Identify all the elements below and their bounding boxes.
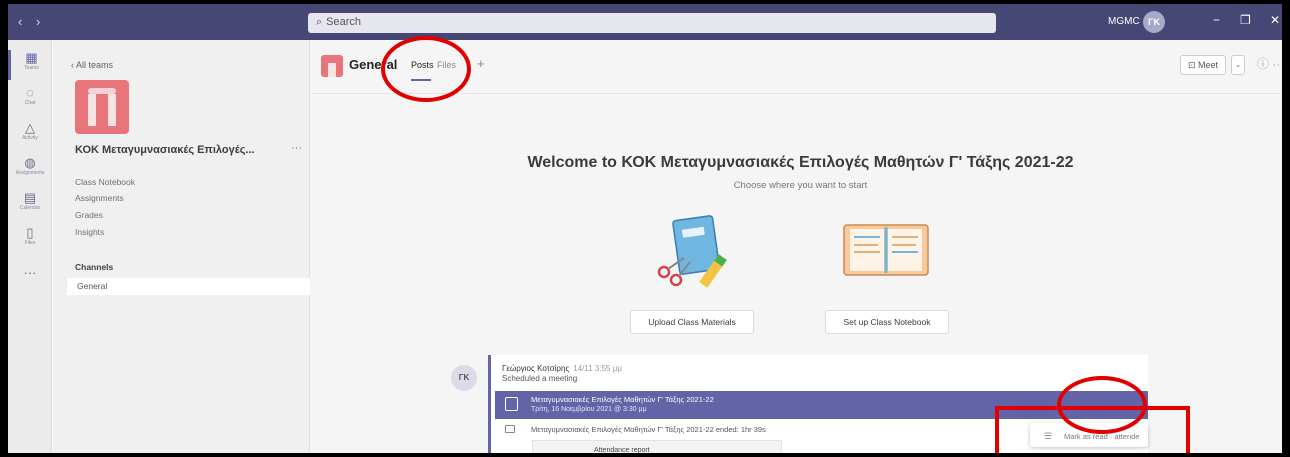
team-icon [321,55,343,77]
search-icon: ⌕ [316,16,323,28]
class-materials-illustration [657,215,727,288]
chevron-down-icon[interactable]: ⌄ [1231,55,1245,75]
team-avatar [75,80,129,134]
rail-item-teams[interactable]: ▦ Teams [8,50,52,80]
calendar-icon [505,397,518,411]
channels-header: Channels [75,262,114,272]
frame-border [0,453,1290,457]
sidebar-item-class-notebook[interactable]: Class Notebook [75,177,135,187]
rail-item-assignments[interactable]: ◍ Assignments [8,155,52,185]
meeting-ended-text: Μεταγυμνασιακές Επιλογές Μαθητών Γ' Τάξη… [531,425,766,434]
teams-icon: ▦ [25,50,38,65]
avatar[interactable]: ΓΚ [1143,11,1165,33]
meeting-title[interactable]: Μεταγυμνασιακές Επιλογές Μαθητών Γ' Τάξη… [531,395,714,404]
video-icon [505,425,515,433]
file-icon: ▯ [26,225,34,240]
avatar[interactable]: ΓΚ [451,365,477,391]
search-input[interactable]: ⌕ Search [308,13,996,33]
more-apps-icon: ··· [23,265,37,280]
bell-icon: △ [25,120,35,135]
setup-class-notebook-button[interactable]: Set up Class Notebook [825,310,949,334]
all-teams-link[interactable]: ‹ All teams [71,60,113,70]
post-action-text: Scheduled a meeting [502,374,578,383]
rail-item-more-apps[interactable]: ··· [8,265,52,295]
sidebar-item-assignments[interactable]: Assignments [75,193,124,203]
chat-icon: ◌ [26,85,34,100]
team-name[interactable]: ΚΟΚ Μεταγυμνασιακές Επιλογές... [75,144,280,156]
welcome-subtitle: Choose where you want to start [733,180,868,191]
minimize-icon[interactable]: − [1213,13,1220,27]
meet-button[interactable]: ⊡ Meet [1180,55,1226,75]
title-bar: ‹ › ⌕ Search MGMC ΓΚ − ❐ ✕ [8,4,1282,40]
annotation-ellipse-tabs [381,36,471,102]
welcome-title: Welcome to ΚΟΚ Μεταγυμνασιακές Επιλογές … [527,154,1074,171]
maximize-icon[interactable]: ❐ [1240,13,1251,27]
chevron-left-icon[interactable]: ‹ [18,14,22,29]
rail-item-activity[interactable]: △ Activity [8,120,52,150]
meeting-date: Τρίτη, 16 Νοεμβρίου 2021 @ 3:30 μμ [531,406,647,413]
search-placeholder: Search [326,16,362,28]
post-timestamp: 14/11 3:55 μμ [573,364,622,373]
chevron-right-icon[interactable]: › [36,14,40,29]
more-options-icon[interactable]: ··· [291,142,302,154]
channel-item-general[interactable]: General [67,278,310,295]
author-name[interactable]: Γεώργιος Κοτσίρης [502,364,569,373]
annotation-rectangle [995,406,1190,457]
sidebar-item-grades[interactable]: Grades [75,210,103,220]
teams-window: ‹ › ⌕ Search MGMC ΓΚ − ❐ ✕ ▦ Teams ◌ Chat △… [4,4,1286,457]
sidebar-item-insights[interactable]: Insights [75,227,104,237]
class-notebook-illustration [843,224,929,276]
post-author: Γεώργιος Κοτσίρης 14/11 3:55 μμ [502,364,622,373]
app-rail: ▦ Teams ◌ Chat △ Activity ◍ Assignments ▤ Cal… [8,40,52,457]
org-label[interactable]: MGMC [1108,16,1140,27]
add-tab-icon[interactable]: + [477,56,485,71]
rail-item-chat[interactable]: ◌ Chat [8,85,52,115]
info-icon[interactable]: ⓘ ··· [1257,55,1282,72]
assignments-icon: ◍ [24,155,36,170]
team-sidebar: ‹ All teams ΚΟΚ Μεταγυμνασιακές Επιλογές… [53,40,310,457]
close-icon[interactable]: ✕ [1270,13,1280,27]
rail-item-files[interactable]: ▯ Files [8,225,52,255]
rail-item-calendar[interactable]: ▤ Calendar [8,190,52,220]
calendar-icon: ▤ [23,190,37,205]
upload-class-materials-button[interactable]: Upload Class Materials [630,310,754,334]
